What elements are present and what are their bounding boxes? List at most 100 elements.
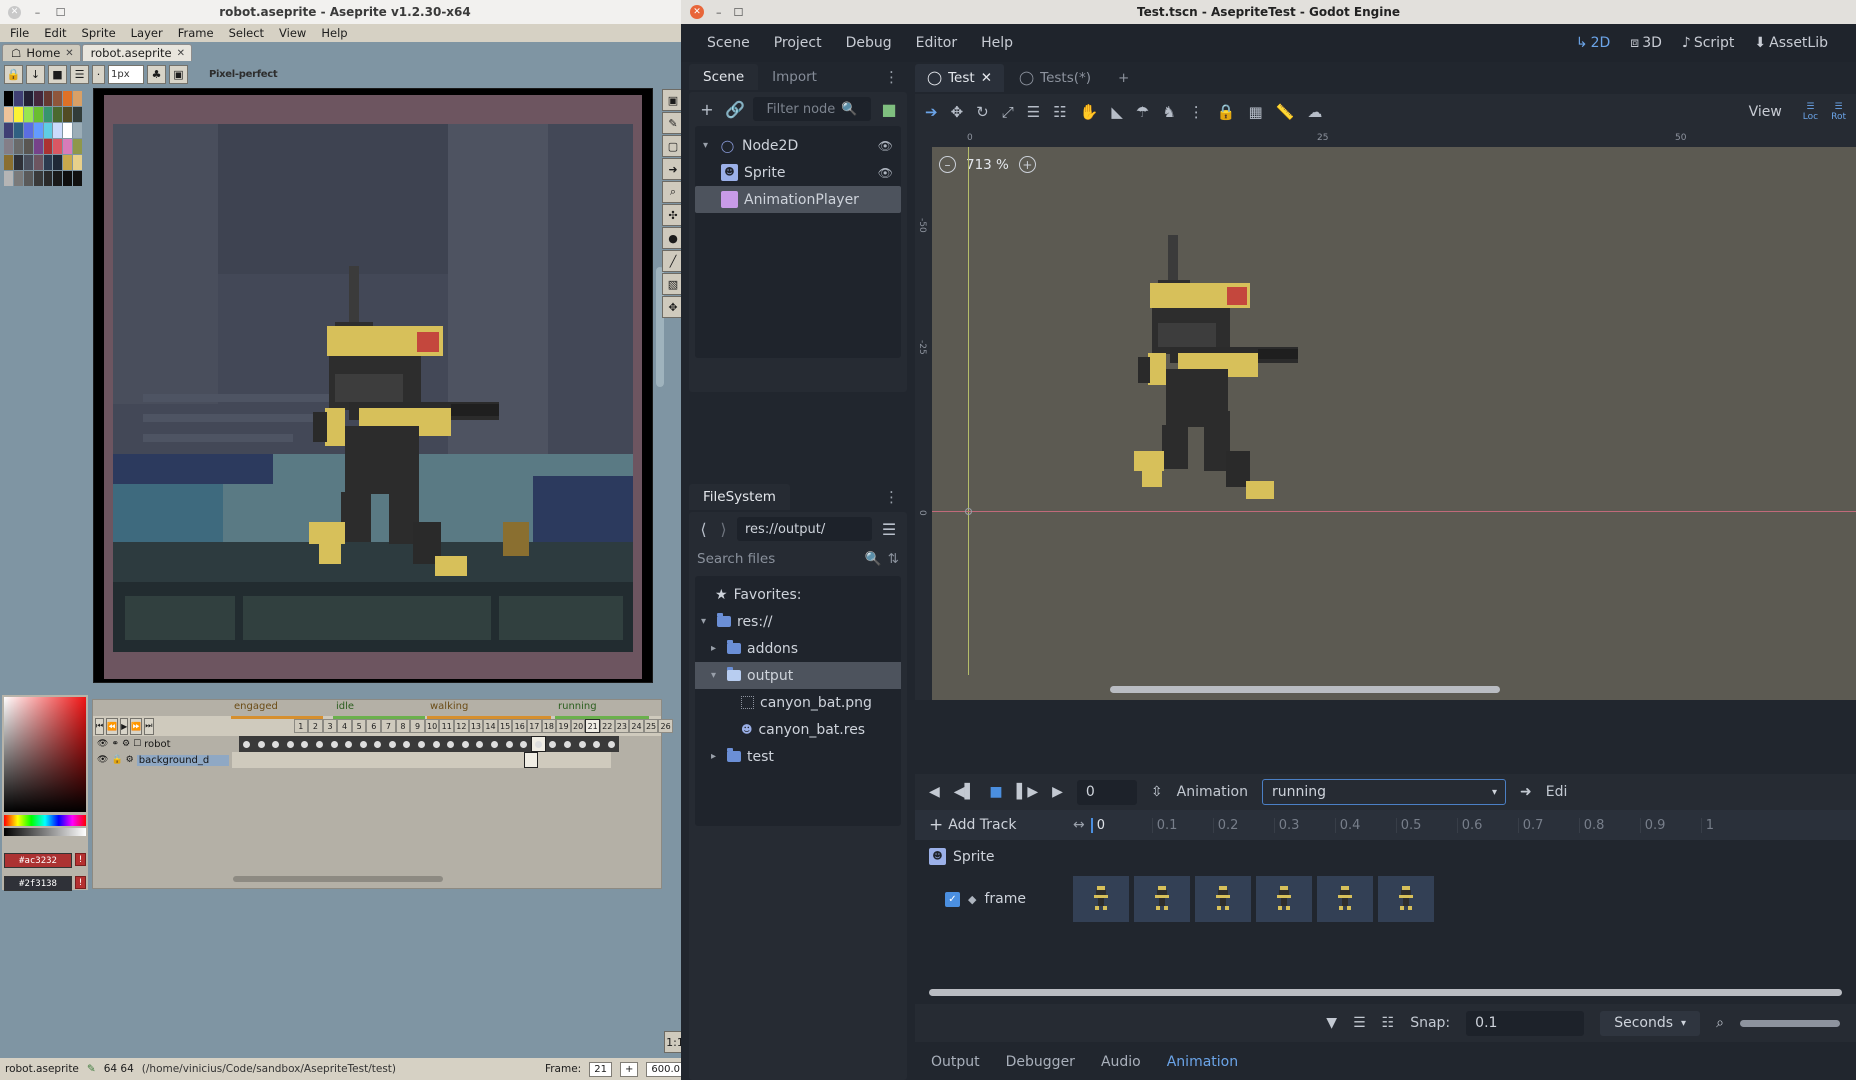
pixel-perfect-icon[interactable]: ▣ (169, 65, 188, 84)
autoplay-icon[interactable]: ➜ (1520, 784, 1532, 800)
menu-editor[interactable]: Editor (904, 31, 969, 55)
palette-color[interactable] (34, 123, 43, 138)
timeline-cell[interactable] (575, 736, 590, 752)
timeline-cell[interactable] (400, 736, 415, 752)
tab-filesystem[interactable]: FileSystem (689, 484, 790, 510)
filter-icon[interactable]: ▼ (1326, 1015, 1337, 1031)
frame-number[interactable]: 10 (425, 719, 440, 733)
zoom-icon[interactable]: ⌕ (1716, 1015, 1724, 1031)
timeline-cell[interactable] (546, 736, 561, 752)
frame-number[interactable]: 12 (454, 719, 469, 733)
palette-color[interactable] (53, 171, 62, 186)
timeline-cell[interactable] (509, 752, 524, 768)
chevron-right-icon[interactable]: ▸ (711, 751, 721, 762)
filesystem-item-output[interactable]: ▾ output (695, 662, 901, 689)
animation-horizontal-scrollbar[interactable] (929, 989, 1842, 996)
animation-name-select[interactable]: running ▾ (1262, 779, 1506, 805)
bottom-tab-output[interactable]: Output (931, 1054, 980, 1070)
palette-color[interactable] (24, 123, 33, 138)
keyframe[interactable] (1317, 876, 1373, 922)
palette-color[interactable] (73, 107, 82, 122)
animation-time-field[interactable]: 0 (1077, 780, 1137, 805)
palette-color[interactable] (44, 171, 53, 186)
frame-number[interactable]: 6 (366, 719, 381, 733)
menu-sprite[interactable]: Sprite (76, 25, 122, 41)
timeline-cell[interactable] (494, 752, 509, 768)
frame-number[interactable]: 9 (410, 719, 425, 733)
menu-view[interactable]: View (273, 25, 312, 41)
palette-color[interactable] (14, 123, 23, 138)
continuous-icon[interactable]: ⚙ (126, 755, 134, 765)
layer-row-background[interactable]: 👁 🔒 ⚙ background_d (93, 752, 661, 768)
fg-warning-icon[interactable]: ! (75, 853, 86, 866)
more-options-icon[interactable]: ⋮ (884, 493, 907, 501)
2d-viewport[interactable]: 0 25 50 75 -50 -25 0 – 713 % + (915, 130, 1856, 700)
rot-toggle[interactable]: ☰ Rot (1831, 102, 1846, 122)
frame-number[interactable]: 7 (381, 719, 396, 733)
color-palette[interactable] (4, 91, 82, 391)
first-frame-icon[interactable]: ⏮ (95, 718, 104, 735)
timeline-cell[interactable] (597, 752, 612, 768)
palette-color[interactable] (44, 107, 53, 122)
timeline-cell[interactable] (589, 736, 604, 752)
menu-help[interactable]: Help (315, 25, 353, 41)
timeline-cell[interactable] (524, 752, 539, 768)
frame-number[interactable]: 1 (294, 719, 309, 733)
frame-number[interactable]: 5 (352, 719, 367, 733)
frame-number[interactable]: 17 (527, 719, 542, 733)
palette-color[interactable] (63, 155, 72, 170)
filesystem-path[interactable]: res://output/ (737, 517, 872, 541)
timeline-cell[interactable] (239, 736, 254, 752)
palette-color[interactable] (4, 155, 13, 170)
visibility-eye-icon[interactable]: 👁 (878, 139, 893, 153)
frame-number[interactable]: 21 (585, 719, 600, 733)
group-icon[interactable]: ☐ (133, 739, 141, 749)
scene-node-node2d[interactable]: ▾ ◯ Node2D 👁 (695, 132, 901, 159)
palette-color[interactable] (53, 139, 62, 154)
palette-color[interactable] (73, 139, 82, 154)
timeline-cell[interactable] (502, 736, 517, 752)
view-menu-button[interactable]: View (1749, 104, 1790, 120)
palette-color[interactable] (63, 171, 72, 186)
frame-number[interactable]: 23 (615, 719, 630, 733)
snap-value-field[interactable]: 0.1 (1466, 1011, 1584, 1036)
chevron-down-icon[interactable]: ▾ (701, 616, 711, 627)
filesystem-item-canyon-bat-png[interactable]: canyon_bat.png (695, 689, 901, 716)
eye-icon[interactable]: 👁 (97, 739, 108, 749)
layer-cells-background[interactable] (232, 752, 611, 768)
palette-color[interactable] (14, 91, 23, 106)
brush-size-input[interactable]: 1px (108, 65, 144, 84)
timeline-horizontal-scrollbar[interactable] (233, 876, 443, 882)
edit-menu-label[interactable]: Edi (1546, 784, 1568, 800)
tag-engaged[interactable]: engaged (231, 701, 323, 715)
palette-color[interactable] (24, 155, 33, 170)
minus-circle-icon[interactable]: – (939, 156, 956, 173)
frame-number[interactable]: 24 (629, 719, 644, 733)
tag-running[interactable]: running (555, 701, 649, 715)
palette-color[interactable] (53, 91, 62, 106)
bones-icon[interactable]: ♞ (1162, 103, 1175, 121)
last-frame-icon[interactable]: ⏭ (144, 718, 153, 735)
keyframe[interactable] (1134, 876, 1190, 922)
track-enabled-checkbox[interactable]: ✓ (945, 892, 960, 907)
hue-slider[interactable] (4, 815, 86, 826)
palette-color[interactable] (14, 107, 23, 122)
ink-icon[interactable]: ♣ (147, 65, 166, 84)
palette-color[interactable] (44, 139, 53, 154)
frame-number[interactable]: 15 (498, 719, 513, 733)
scene-node-sprite[interactable]: ☻ Sprite 👁 (695, 159, 901, 186)
visibility-eye-icon[interactable]: 👁 (878, 166, 893, 180)
palette-color[interactable] (53, 123, 62, 138)
frame-number[interactable]: 16 (512, 719, 527, 733)
new-scene-tab-button[interactable]: + (1106, 64, 1141, 92)
link-icon[interactable]: 🔗 (725, 100, 745, 119)
tag-walking[interactable]: walking (427, 701, 551, 715)
palette-color[interactable] (63, 139, 72, 154)
close-icon[interactable]: ✕ (65, 48, 73, 59)
timeline-cell[interactable] (516, 736, 531, 752)
track-row-frame[interactable]: ✓ ◆ frame (915, 873, 1856, 925)
time-unit-select[interactable]: Seconds ▾ (1600, 1011, 1700, 1036)
link-icon[interactable]: ⚭ (111, 739, 119, 749)
bg-warning-icon[interactable]: ! (75, 876, 86, 889)
stop-icon[interactable]: ■ (989, 784, 1002, 800)
